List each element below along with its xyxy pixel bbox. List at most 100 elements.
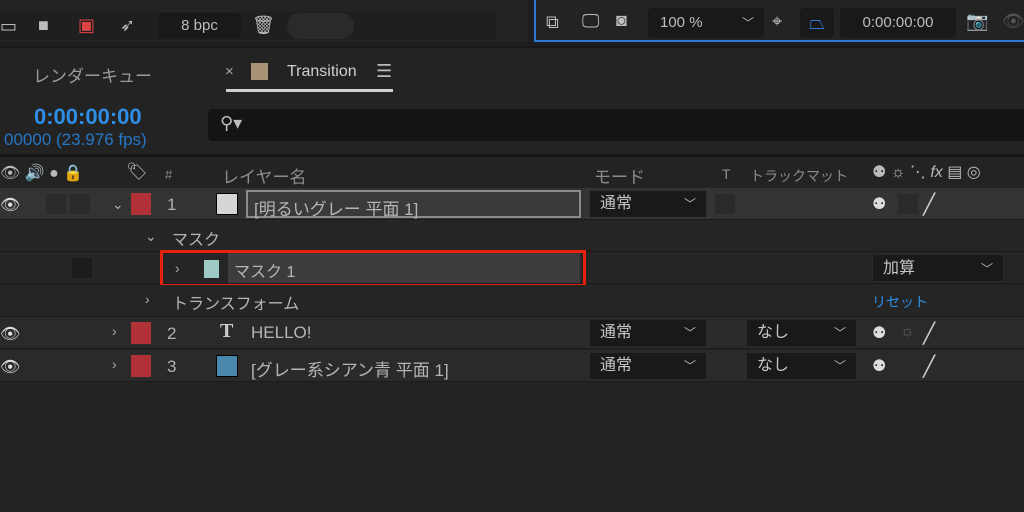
layer-name: HELLO! [251, 323, 312, 342]
text-layer-icon: T [220, 320, 234, 342]
quality-icon[interactable]: ╱ [923, 354, 935, 379]
preserve-transparency[interactable] [715, 323, 735, 343]
eye-icon[interactable]: 👁 [0, 357, 20, 377]
quality-icon[interactable]: ╱ [923, 192, 935, 217]
column-track-matte[interactable]: トラックマット [750, 166, 848, 186]
search-icon: ⚲▾ [220, 113, 243, 133]
eye-icon[interactable]: 👁 [0, 195, 20, 215]
chevron-down-icon: ﹀ [833, 359, 846, 373]
lock-toggle[interactable] [70, 356, 90, 376]
render-icon[interactable]: ➶ [120, 15, 135, 35]
search-pill[interactable] [287, 13, 354, 39]
label-color[interactable] [131, 322, 151, 344]
reset-link[interactable]: リセット [872, 292, 928, 312]
tab-transition[interactable]: Transition [287, 63, 357, 81]
viewer-toolbar: ⧉ 🖵 ◙ 100 % ﹀ ⌖ ⏢ 0:00:00:00 📷 👁 [534, 0, 1024, 42]
highlight-box [160, 250, 586, 287]
switches-icons: ⚉ ☼ ⋱ fx ▤ ◎ [872, 164, 981, 181]
solo-toggle[interactable] [46, 356, 66, 376]
preserve-transparency[interactable] [715, 356, 735, 376]
layer-number: 2 [167, 324, 177, 343]
preserve-transparency[interactable] [715, 194, 735, 214]
current-time[interactable]: 0:00:00:00 [34, 104, 142, 130]
chevron-down-icon: ﹀ [980, 262, 993, 276]
preview-icon[interactable]: ⧉ [546, 12, 559, 32]
mask-group-label: マスク [172, 232, 221, 249]
mask-row[interactable]: › マスク 1 加算 ﹀ [0, 250, 1024, 287]
label-tag-icon: 🏷 [126, 162, 148, 181]
transform-row[interactable]: › トランスフォーム リセット [0, 285, 1024, 317]
lock-toggle[interactable] [70, 194, 90, 214]
chevron-down-icon: ﹀ [741, 16, 754, 30]
header-icons-av: 👁 🔊 ● 🔒 [0, 165, 84, 182]
track-matte-value: なし [757, 324, 790, 341]
column-t[interactable]: T [722, 166, 731, 182]
transform-label: トランスフォーム [172, 296, 300, 313]
layer-row[interactable]: 👁 › 3 [グレー系シアン青 平面 1] 通常 ﹀ なし ﹀ ⚉ ╱ [0, 350, 1024, 382]
mask-mode-select[interactable]: 加算 ﹀ [872, 254, 1004, 282]
mode-select[interactable]: 通常 ﹀ [590, 191, 706, 217]
mask-mode-value: 加算 [883, 260, 916, 277]
quality-icon[interactable]: ╱ [923, 321, 935, 346]
folder-icon[interactable]: ■ [38, 15, 49, 35]
mask-lock-toggle[interactable] [72, 258, 92, 278]
layer-row[interactable]: 👁 › 2 T HELLO! 通常 ﹀ なし ﹀ ⚉ ☼ ╱ [0, 317, 1024, 349]
collapse-toggle[interactable] [898, 356, 918, 376]
composition-color-icon [251, 63, 268, 80]
label-color[interactable] [131, 193, 151, 215]
fx-icon: fx [930, 164, 943, 181]
collapse-toggle[interactable] [898, 194, 918, 214]
panel-menu-icon[interactable]: ☰ [376, 61, 392, 82]
monitor-icon[interactable]: 🖵 [582, 11, 599, 31]
show-snapshot-icon[interactable]: 👁 [1002, 11, 1024, 31]
solo-toggle[interactable] [46, 194, 66, 214]
mask-group-row[interactable]: ⌄ マスク [0, 220, 1024, 252]
column-mode[interactable]: モード [594, 163, 645, 188]
tab-row: レンダーキュー × Transition ☰ [0, 48, 1024, 98]
bpc-button[interactable]: 8 bpc [158, 13, 241, 39]
shy-icon[interactable]: ⚉ [872, 323, 886, 343]
chevron-down-icon[interactable]: ⌄ [145, 228, 157, 245]
shy-icon[interactable]: ⚉ [872, 194, 886, 214]
mode-select[interactable]: 通常 ﹀ [590, 353, 706, 379]
chevron-right-icon[interactable]: › [112, 323, 117, 339]
chevron-right-icon[interactable]: › [112, 356, 117, 372]
tab-render-queue[interactable]: レンダーキュー [33, 62, 152, 87]
layer-name: [明るいグレー 平面 1] [254, 200, 419, 219]
mask-view-icon[interactable]: ◙ [616, 10, 627, 30]
continuous-rasterize-icon[interactable]: ☼ [900, 323, 915, 341]
solid-swatch [216, 355, 238, 377]
chevron-down-icon[interactable]: ⌄ [112, 196, 124, 213]
layer-search-input[interactable]: ⚲▾ [208, 109, 1024, 141]
mode-select[interactable]: 通常 ﹀ [590, 320, 706, 346]
mode-value: 通常 [600, 195, 633, 212]
chevron-right-icon[interactable]: › [145, 291, 150, 307]
chevron-down-icon: ﹀ [683, 197, 696, 211]
region-of-interest-icon[interactable]: ⌖ [772, 11, 782, 31]
mode-value: 通常 [600, 324, 633, 341]
trash-icon[interactable]: 🗑 [252, 15, 275, 35]
eye-icon[interactable]: 👁 [0, 324, 20, 344]
frame-rate: 00000 (23.976 fps) [4, 130, 147, 149]
layer-name-edit[interactable]: [明るいグレー 平面 1] [246, 190, 581, 219]
zoom-select[interactable]: 100 % ﹀ [648, 8, 764, 38]
viewer-timecode[interactable]: 0:00:00:00 [840, 8, 956, 38]
shy-icon[interactable]: ⚉ [872, 356, 886, 376]
lock-toggle[interactable] [70, 323, 90, 343]
label-color[interactable] [131, 355, 151, 377]
chevron-down-icon: ﹀ [683, 326, 696, 340]
track-matte-select[interactable]: なし ﹀ [747, 353, 856, 379]
new-composition-icon[interactable]: ▣ [78, 15, 95, 35]
active-tab-underline [226, 89, 393, 92]
column-number[interactable]: # [165, 167, 172, 182]
solo-toggle[interactable] [46, 323, 66, 343]
snapshot-camera-icon[interactable]: 📷 [966, 11, 988, 31]
interpret-footage-icon[interactable]: ▭ [0, 16, 17, 36]
project-toolbar: ▭ ■ ▣ ➶ 8 bpc 🗑 [0, 12, 496, 40]
mask-path-toggle-icon[interactable]: ⏢ [800, 8, 834, 38]
divider [0, 154, 1024, 157]
column-layer-name[interactable]: レイヤー名 [222, 163, 307, 188]
track-matte-select[interactable]: なし ﹀ [747, 320, 856, 346]
layer-row[interactable]: 👁 ⌄ 1 [明るいグレー 平面 1] 通常 ﹀ ⚉ ╱ [0, 188, 1024, 220]
close-tab-icon[interactable]: × [225, 63, 234, 80]
